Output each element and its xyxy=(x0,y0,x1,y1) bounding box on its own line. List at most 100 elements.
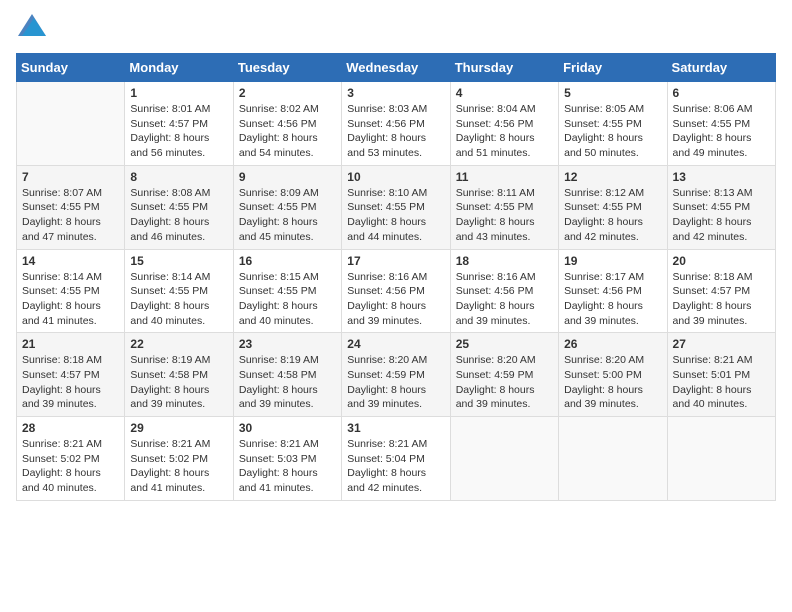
daylight-label: Daylight: 8 hours and 56 minutes. xyxy=(130,132,209,159)
day-number: 1 xyxy=(130,86,227,100)
day-number: 23 xyxy=(239,337,336,351)
daylight-label: Daylight: 8 hours and 40 minutes. xyxy=(22,467,101,494)
calendar-cell: 4 Sunrise: 8:04 AM Sunset: 4:56 PM Dayli… xyxy=(450,82,558,166)
days-header-row: SundayMondayTuesdayWednesdayThursdayFrid… xyxy=(17,54,776,82)
day-number: 25 xyxy=(456,337,553,351)
day-number: 8 xyxy=(130,170,227,184)
day-number: 22 xyxy=(130,337,227,351)
sunrise-label: Sunrise: 8:04 AM xyxy=(456,103,536,115)
daylight-label: Daylight: 8 hours and 39 minutes. xyxy=(564,300,643,327)
cell-content: Sunrise: 8:03 AM Sunset: 4:56 PM Dayligh… xyxy=(347,102,444,161)
calendar-cell: 21 Sunrise: 8:18 AM Sunset: 4:57 PM Dayl… xyxy=(17,333,125,417)
sunset-label: Sunset: 4:57 PM xyxy=(673,285,751,297)
sunrise-label: Sunrise: 8:21 AM xyxy=(347,438,427,450)
cell-content: Sunrise: 8:05 AM Sunset: 4:55 PM Dayligh… xyxy=(564,102,661,161)
calendar-cell: 22 Sunrise: 8:19 AM Sunset: 4:58 PM Dayl… xyxy=(125,333,233,417)
sunset-label: Sunset: 4:55 PM xyxy=(22,285,100,297)
calendar-cell: 11 Sunrise: 8:11 AM Sunset: 4:55 PM Dayl… xyxy=(450,165,558,249)
calendar-cell: 30 Sunrise: 8:21 AM Sunset: 5:03 PM Dayl… xyxy=(233,417,341,501)
logo-icon xyxy=(18,14,46,36)
sunrise-label: Sunrise: 8:05 AM xyxy=(564,103,644,115)
sunrise-label: Sunrise: 8:07 AM xyxy=(22,187,102,199)
daylight-label: Daylight: 8 hours and 45 minutes. xyxy=(239,216,318,243)
sunrise-label: Sunrise: 8:20 AM xyxy=(347,354,427,366)
cell-content: Sunrise: 8:02 AM Sunset: 4:56 PM Dayligh… xyxy=(239,102,336,161)
day-number: 26 xyxy=(564,337,661,351)
cell-content: Sunrise: 8:16 AM Sunset: 4:56 PM Dayligh… xyxy=(347,270,444,329)
calendar-cell: 9 Sunrise: 8:09 AM Sunset: 4:55 PM Dayli… xyxy=(233,165,341,249)
daylight-label: Daylight: 8 hours and 43 minutes. xyxy=(456,216,535,243)
calendar-week-row: 7 Sunrise: 8:07 AM Sunset: 4:55 PM Dayli… xyxy=(17,165,776,249)
sunset-label: Sunset: 4:57 PM xyxy=(22,369,100,381)
daylight-label: Daylight: 8 hours and 39 minutes. xyxy=(239,384,318,411)
day-number: 2 xyxy=(239,86,336,100)
cell-content: Sunrise: 8:11 AM Sunset: 4:55 PM Dayligh… xyxy=(456,186,553,245)
sunrise-label: Sunrise: 8:12 AM xyxy=(564,187,644,199)
cell-content: Sunrise: 8:13 AM Sunset: 4:55 PM Dayligh… xyxy=(673,186,770,245)
calendar-cell: 13 Sunrise: 8:13 AM Sunset: 4:55 PM Dayl… xyxy=(667,165,775,249)
cell-content: Sunrise: 8:17 AM Sunset: 4:56 PM Dayligh… xyxy=(564,270,661,329)
day-number: 18 xyxy=(456,254,553,268)
calendar-week-row: 28 Sunrise: 8:21 AM Sunset: 5:02 PM Dayl… xyxy=(17,417,776,501)
day-number: 14 xyxy=(22,254,119,268)
calendar-cell: 31 Sunrise: 8:21 AM Sunset: 5:04 PM Dayl… xyxy=(342,417,450,501)
calendar-cell: 19 Sunrise: 8:17 AM Sunset: 4:56 PM Dayl… xyxy=(559,249,667,333)
sunrise-label: Sunrise: 8:17 AM xyxy=(564,271,644,283)
sunrise-label: Sunrise: 8:15 AM xyxy=(239,271,319,283)
daylight-label: Daylight: 8 hours and 39 minutes. xyxy=(130,384,209,411)
sunset-label: Sunset: 4:55 PM xyxy=(673,201,751,213)
cell-content: Sunrise: 8:19 AM Sunset: 4:58 PM Dayligh… xyxy=(130,353,227,412)
cell-content: Sunrise: 8:10 AM Sunset: 4:55 PM Dayligh… xyxy=(347,186,444,245)
sunrise-label: Sunrise: 8:20 AM xyxy=(564,354,644,366)
daylight-label: Daylight: 8 hours and 40 minutes. xyxy=(673,384,752,411)
cell-content: Sunrise: 8:01 AM Sunset: 4:57 PM Dayligh… xyxy=(130,102,227,161)
cell-content: Sunrise: 8:14 AM Sunset: 4:55 PM Dayligh… xyxy=(130,270,227,329)
sunset-label: Sunset: 4:57 PM xyxy=(130,118,208,130)
day-number: 7 xyxy=(22,170,119,184)
cell-content: Sunrise: 8:06 AM Sunset: 4:55 PM Dayligh… xyxy=(673,102,770,161)
sunset-label: Sunset: 4:56 PM xyxy=(347,118,425,130)
sunset-label: Sunset: 4:55 PM xyxy=(22,201,100,213)
sunset-label: Sunset: 4:55 PM xyxy=(564,118,642,130)
calendar-cell: 2 Sunrise: 8:02 AM Sunset: 4:56 PM Dayli… xyxy=(233,82,341,166)
daylight-label: Daylight: 8 hours and 39 minutes. xyxy=(564,384,643,411)
sunset-label: Sunset: 5:04 PM xyxy=(347,453,425,465)
cell-content: Sunrise: 8:21 AM Sunset: 5:04 PM Dayligh… xyxy=(347,437,444,496)
sunset-label: Sunset: 4:55 PM xyxy=(239,285,317,297)
sunrise-label: Sunrise: 8:16 AM xyxy=(456,271,536,283)
sunset-label: Sunset: 4:58 PM xyxy=(130,369,208,381)
sunset-label: Sunset: 4:55 PM xyxy=(239,201,317,213)
sunset-label: Sunset: 4:56 PM xyxy=(239,118,317,130)
sunset-label: Sunset: 4:55 PM xyxy=(130,285,208,297)
sunset-label: Sunset: 5:00 PM xyxy=(564,369,642,381)
cell-content: Sunrise: 8:08 AM Sunset: 4:55 PM Dayligh… xyxy=(130,186,227,245)
daylight-label: Daylight: 8 hours and 51 minutes. xyxy=(456,132,535,159)
daylight-label: Daylight: 8 hours and 44 minutes. xyxy=(347,216,426,243)
calendar-cell: 23 Sunrise: 8:19 AM Sunset: 4:58 PM Dayl… xyxy=(233,333,341,417)
calendar-week-row: 1 Sunrise: 8:01 AM Sunset: 4:57 PM Dayli… xyxy=(17,82,776,166)
calendar-cell: 12 Sunrise: 8:12 AM Sunset: 4:55 PM Dayl… xyxy=(559,165,667,249)
calendar-cell xyxy=(559,417,667,501)
calendar-week-row: 21 Sunrise: 8:18 AM Sunset: 4:57 PM Dayl… xyxy=(17,333,776,417)
sunrise-label: Sunrise: 8:20 AM xyxy=(456,354,536,366)
daylight-label: Daylight: 8 hours and 39 minutes. xyxy=(347,384,426,411)
sunrise-label: Sunrise: 8:10 AM xyxy=(347,187,427,199)
day-header-wednesday: Wednesday xyxy=(342,54,450,82)
daylight-label: Daylight: 8 hours and 39 minutes. xyxy=(347,300,426,327)
cell-content: Sunrise: 8:16 AM Sunset: 4:56 PM Dayligh… xyxy=(456,270,553,329)
calendar-cell: 25 Sunrise: 8:20 AM Sunset: 4:59 PM Dayl… xyxy=(450,333,558,417)
sunrise-label: Sunrise: 8:19 AM xyxy=(239,354,319,366)
calendar-week-row: 14 Sunrise: 8:14 AM Sunset: 4:55 PM Dayl… xyxy=(17,249,776,333)
cell-content: Sunrise: 8:21 AM Sunset: 5:01 PM Dayligh… xyxy=(673,353,770,412)
sunset-label: Sunset: 4:55 PM xyxy=(564,201,642,213)
cell-content: Sunrise: 8:19 AM Sunset: 4:58 PM Dayligh… xyxy=(239,353,336,412)
cell-content: Sunrise: 8:20 AM Sunset: 4:59 PM Dayligh… xyxy=(456,353,553,412)
day-number: 20 xyxy=(673,254,770,268)
daylight-label: Daylight: 8 hours and 39 minutes. xyxy=(22,384,101,411)
day-header-thursday: Thursday xyxy=(450,54,558,82)
sunset-label: Sunset: 5:02 PM xyxy=(22,453,100,465)
sunrise-label: Sunrise: 8:02 AM xyxy=(239,103,319,115)
day-header-tuesday: Tuesday xyxy=(233,54,341,82)
day-number: 12 xyxy=(564,170,661,184)
day-number: 21 xyxy=(22,337,119,351)
